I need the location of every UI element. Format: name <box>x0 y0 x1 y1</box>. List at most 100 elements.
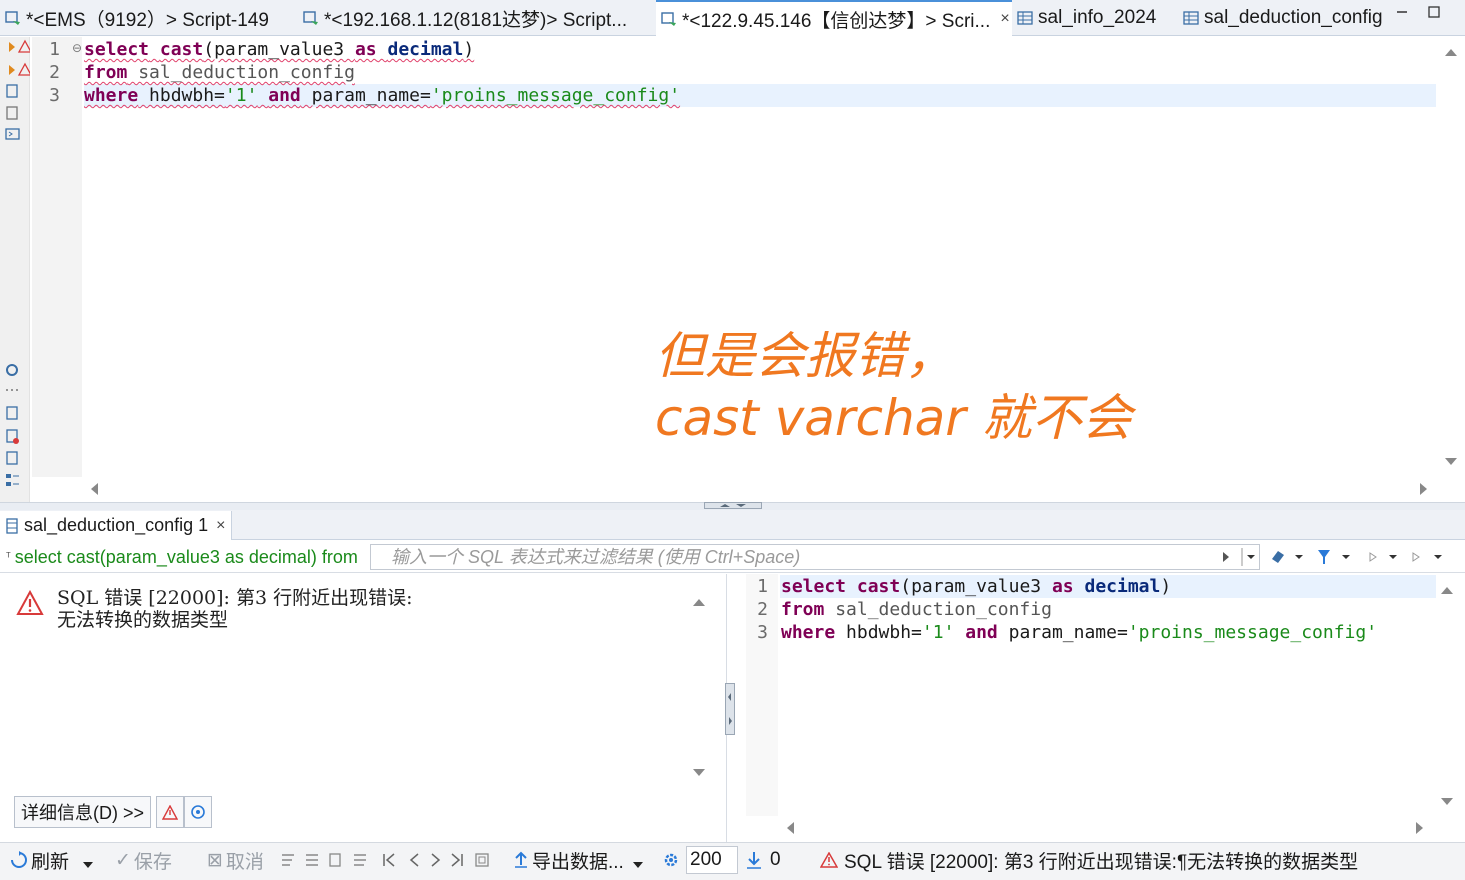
clear-filter-icon[interactable] <box>1272 551 1303 563</box>
add-row-icon[interactable] <box>306 854 318 866</box>
run-line-icon[interactable] <box>9 42 15 52</box>
refresh-icon <box>10 851 28 869</box>
delete-row-icon[interactable] <box>354 854 366 866</box>
sql-script-icon <box>4 9 22 27</box>
tab-label: *<EMS（9192）> Script-149 <box>26 9 269 31</box>
ai-assist-button[interactable] <box>184 796 212 828</box>
query-code-line: where hbdwbh='1' and param_name='proins_… <box>781 621 1377 644</box>
fit-icon[interactable] <box>475 853 489 867</box>
gear-icon[interactable] <box>662 851 680 874</box>
save-button[interactable]: ✓ 保存 <box>115 846 172 874</box>
filter-icon[interactable] <box>1318 550 1350 564</box>
chevron-down-icon[interactable] <box>82 854 94 875</box>
scroll-up-icon[interactable] <box>1441 587 1453 594</box>
scroll-down-icon[interactable] <box>693 769 705 776</box>
status-text: SQL 错误 [22000]: 第3 行附近出现错误:¶无法转换的数据类型 <box>844 851 1359 873</box>
query-vertical-scrollbar[interactable] <box>1436 578 1458 814</box>
error-log-button[interactable] <box>156 796 184 828</box>
first-row-icon[interactable] <box>383 853 395 867</box>
cancel-label: 取消 <box>225 851 264 873</box>
copy-row-icon[interactable] <box>329 853 341 867</box>
last-row-icon[interactable] <box>451 853 463 867</box>
forward-icon[interactable] <box>1412 552 1442 562</box>
scroll-right-icon[interactable] <box>1420 483 1427 495</box>
tab-results-sal-deduction-config[interactable]: sal_deduction_config 1 × <box>0 511 233 540</box>
code-token: select <box>781 576 847 597</box>
annotation-line: 但是会报错， <box>655 327 955 385</box>
scroll-left-icon[interactable] <box>787 822 794 834</box>
run-line-icon[interactable] <box>9 65 15 75</box>
code-line[interactable]: select cast(param_value3 as decimal) <box>84 38 474 61</box>
filter-expression-input[interactable] <box>370 544 1260 570</box>
query-horizontal-scrollbar[interactable] <box>780 817 1436 839</box>
tab-ems-script-149[interactable]: *<EMS（9192）> Script-149 <box>4 0 296 36</box>
code-token: hbdwbh= <box>138 85 225 106</box>
scroll-right-icon[interactable] <box>1416 822 1423 834</box>
scroll-up-icon[interactable] <box>1445 49 1457 56</box>
editor-horizontal-scrollbar[interactable] <box>84 477 1436 501</box>
refresh-button[interactable]: 刷新 <box>10 846 69 874</box>
settings-icon[interactable] <box>6 364 18 376</box>
tab-label: sal_info_2024 <box>1038 7 1157 28</box>
window-controls <box>1391 4 1451 24</box>
code-line[interactable]: where hbdwbh='1' and param_name='proins_… <box>84 84 680 107</box>
pane-splitter-handle[interactable] <box>725 683 735 735</box>
next-row-icon[interactable] <box>431 853 441 867</box>
back-icon[interactable] <box>1369 552 1397 562</box>
terminal-icon[interactable] <box>5 128 20 140</box>
annotation-line: cast varchar 就不会 <box>655 389 1132 447</box>
editor-vertical-scrollbar[interactable] <box>1438 37 1464 477</box>
maximize-icon[interactable] <box>1428 6 1440 18</box>
close-icon[interactable]: × <box>216 517 225 535</box>
code-line[interactable]: from sal_deduction_config <box>84 61 355 84</box>
fetch-size-input[interactable] <box>686 846 738 874</box>
export-data-button[interactable]: 导出数据... <box>514 846 624 874</box>
tab-192-168-1-12-script[interactable]: *<192.168.1.12(8181达梦)> Script... <box>302 0 652 36</box>
filter-history-icon[interactable] <box>1241 548 1255 566</box>
explain-plan-icon[interactable] <box>6 106 18 120</box>
panel-splitter[interactable] <box>0 502 1465 510</box>
scroll-left-icon[interactable] <box>91 483 98 495</box>
fetch-rows-icon[interactable] <box>745 850 763 875</box>
query-icon: ᵀ <box>6 551 11 563</box>
execute-script-icon[interactable] <box>6 84 18 98</box>
sql-script-icon <box>660 10 678 28</box>
chevron-down-icon[interactable] <box>632 854 644 875</box>
tab-sal-deduction-config[interactable]: sal_deduction_config <box>1182 0 1402 36</box>
line-number-ruler: 1 2 3 <box>746 574 778 816</box>
new-script-icon[interactable] <box>6 406 18 420</box>
tab-sal-info-2024[interactable]: sal_info_2024 <box>1016 0 1176 36</box>
save-label: 保存 <box>133 851 172 873</box>
previous-row-icon[interactable] <box>409 853 419 867</box>
code-token: param_name= <box>997 622 1128 643</box>
code-token: '1' <box>224 85 258 106</box>
scroll-down-icon[interactable] <box>1441 798 1453 805</box>
open-script-icon[interactable] <box>6 429 19 444</box>
error-scrollbar[interactable] <box>688 590 710 785</box>
load-script-icon[interactable] <box>6 451 18 465</box>
tab-label: sal_deduction_config 1 <box>24 515 209 535</box>
query-code-line: select cast(param_value3 as decimal) <box>781 575 1171 598</box>
scroll-down-icon[interactable] <box>1445 458 1457 465</box>
table-icon <box>1182 9 1200 27</box>
close-icon[interactable]: × <box>1000 10 1009 28</box>
fold-toggle-icon[interactable]: ⊖ <box>72 41 82 55</box>
details-button[interactable]: 详细信息(D) >> <box>14 796 152 828</box>
code-token: 'proins_message_config' <box>1127 622 1378 643</box>
scroll-up-icon[interactable] <box>693 599 705 606</box>
code-token: and <box>965 622 998 643</box>
code-token: and <box>268 85 301 106</box>
edit-row-icon[interactable] <box>282 854 294 866</box>
code-token: from <box>781 599 825 620</box>
warning-icon <box>17 39 33 53</box>
tab-122-9-45-146-script[interactable]: *<122.9.45.146【信创达梦】> Scri... × <box>656 0 1012 36</box>
code-token: (param_value3 <box>900 576 1052 597</box>
more-icon[interactable] <box>6 389 18 391</box>
line-number: 2 <box>757 599 768 620</box>
cancel-button[interactable]: ⊠ 取消 <box>207 846 264 874</box>
apply-filter-icon[interactable] <box>1223 552 1229 562</box>
outline-icon[interactable] <box>6 474 19 486</box>
